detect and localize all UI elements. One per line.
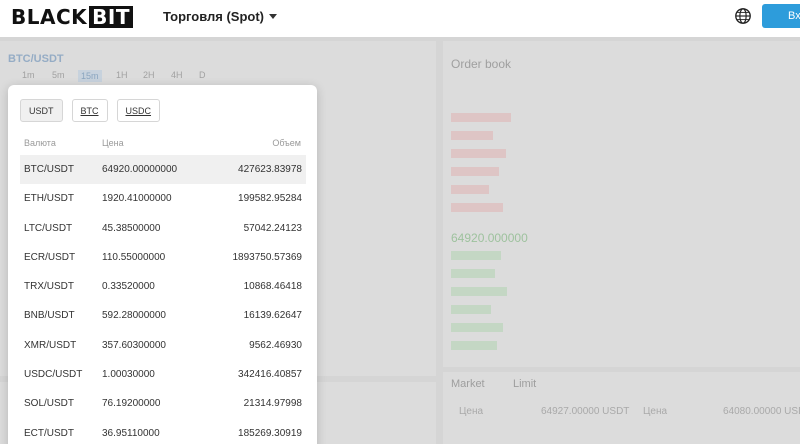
- pair-volume: 57042.24123: [243, 222, 302, 234]
- pair-name: ECR/USDT: [24, 251, 76, 263]
- pair-volume: 199582.95284: [238, 193, 302, 205]
- pair-name: ETH/USDT: [24, 193, 74, 205]
- pair-volume: 16139.62647: [243, 310, 302, 322]
- pair-volume: 10868.46418: [243, 281, 302, 293]
- login-button[interactable]: Вход: [762, 4, 800, 28]
- pair-name: USDC/USDT: [24, 369, 83, 381]
- pair-row[interactable]: SOL/USDT 76.19200000 21314.97998: [20, 389, 306, 418]
- pair-volume: 1893750.57369: [232, 251, 302, 263]
- column-header-price: Цена: [102, 138, 124, 148]
- pair-row[interactable]: TRX/USDT 0.33520000 10868.46418: [20, 272, 306, 301]
- pair-name: BTC/USDT: [24, 164, 74, 175]
- column-header-volume: Объем: [272, 138, 301, 148]
- pair-price: 45.38500000: [102, 222, 161, 234]
- pair-price: 357.60300000: [102, 339, 166, 351]
- pair-price: 592.28000000: [102, 310, 166, 322]
- pair-row[interactable]: USDC/USDT 1.00030000 342416.40857: [20, 360, 306, 389]
- pair-row[interactable]: BNB/USDT 592.28000000 16139.62647: [20, 301, 306, 330]
- pair-price: 36.95110000: [102, 427, 160, 439]
- pair-row[interactable]: BTC/USDT 64920.00000000 427623.83978: [20, 155, 306, 185]
- pair-name: LTC/USDT: [24, 222, 73, 234]
- pair-name: SOL/USDT: [24, 398, 75, 410]
- tab-usdt[interactable]: USDT: [20, 99, 63, 122]
- pair-row[interactable]: LTC/USDT 45.38500000 57042.24123: [20, 214, 306, 243]
- pair-name: ECT/USDT: [24, 427, 74, 439]
- pair-row[interactable]: ECT/USDT 36.95110000 185269.30919: [20, 419, 306, 444]
- logo-text-black: BLACK: [11, 5, 88, 29]
- pair-row[interactable]: ETH/USDT 1920.41000000 199582.95284: [20, 184, 306, 213]
- pair-volume: 342416.40857: [238, 369, 302, 381]
- pair-volume: 185269.30919: [238, 427, 302, 439]
- pair-selector-dropdown: USDT BTC USDC Валюта Цена Объем BTC/USDT…: [8, 85, 317, 444]
- tab-btc[interactable]: BTC: [71, 99, 108, 122]
- top-header: BLACK BIT Торговля (Spot) Вход: [0, 0, 800, 37]
- chevron-down-icon: [269, 14, 278, 19]
- pair-price: 1.00030000: [102, 369, 155, 381]
- pair-row[interactable]: XMR/USDT 357.60300000 9562.46930: [20, 331, 306, 360]
- pair-volume: 427623.83978: [238, 164, 302, 175]
- pair-price: 1920.41000000: [102, 193, 172, 205]
- pair-list: BTC/USDT 64920.00000000 427623.83978 ETH…: [20, 155, 306, 444]
- market-type-menu[interactable]: Торговля (Spot): [163, 9, 278, 24]
- pair-price: 64920.00000000: [102, 164, 178, 175]
- pair-row[interactable]: ECR/USDT 110.55000000 1893750.57369: [20, 243, 306, 272]
- pair-price: 76.19200000: [102, 398, 161, 410]
- quote-currency-tabs: USDT BTC USDC: [20, 99, 161, 122]
- pair-volume: 9562.46930: [249, 339, 302, 351]
- brand-logo[interactable]: BLACK BIT: [11, 5, 133, 29]
- pair-name: TRX/USDT: [24, 281, 74, 293]
- pair-name: XMR/USDT: [24, 339, 77, 351]
- pair-volume: 21314.97998: [243, 398, 302, 410]
- column-header-currency: Валюта: [24, 138, 56, 148]
- logo-text-bit: BIT: [89, 6, 133, 28]
- pair-name: BNB/USDT: [24, 310, 75, 322]
- pair-price: 0.33520000: [102, 281, 155, 293]
- globe-icon[interactable]: [734, 7, 752, 25]
- market-type-label: Торговля (Spot): [163, 9, 265, 24]
- pair-price: 110.55000000: [102, 251, 166, 263]
- tab-usdc[interactable]: USDC: [116, 99, 161, 122]
